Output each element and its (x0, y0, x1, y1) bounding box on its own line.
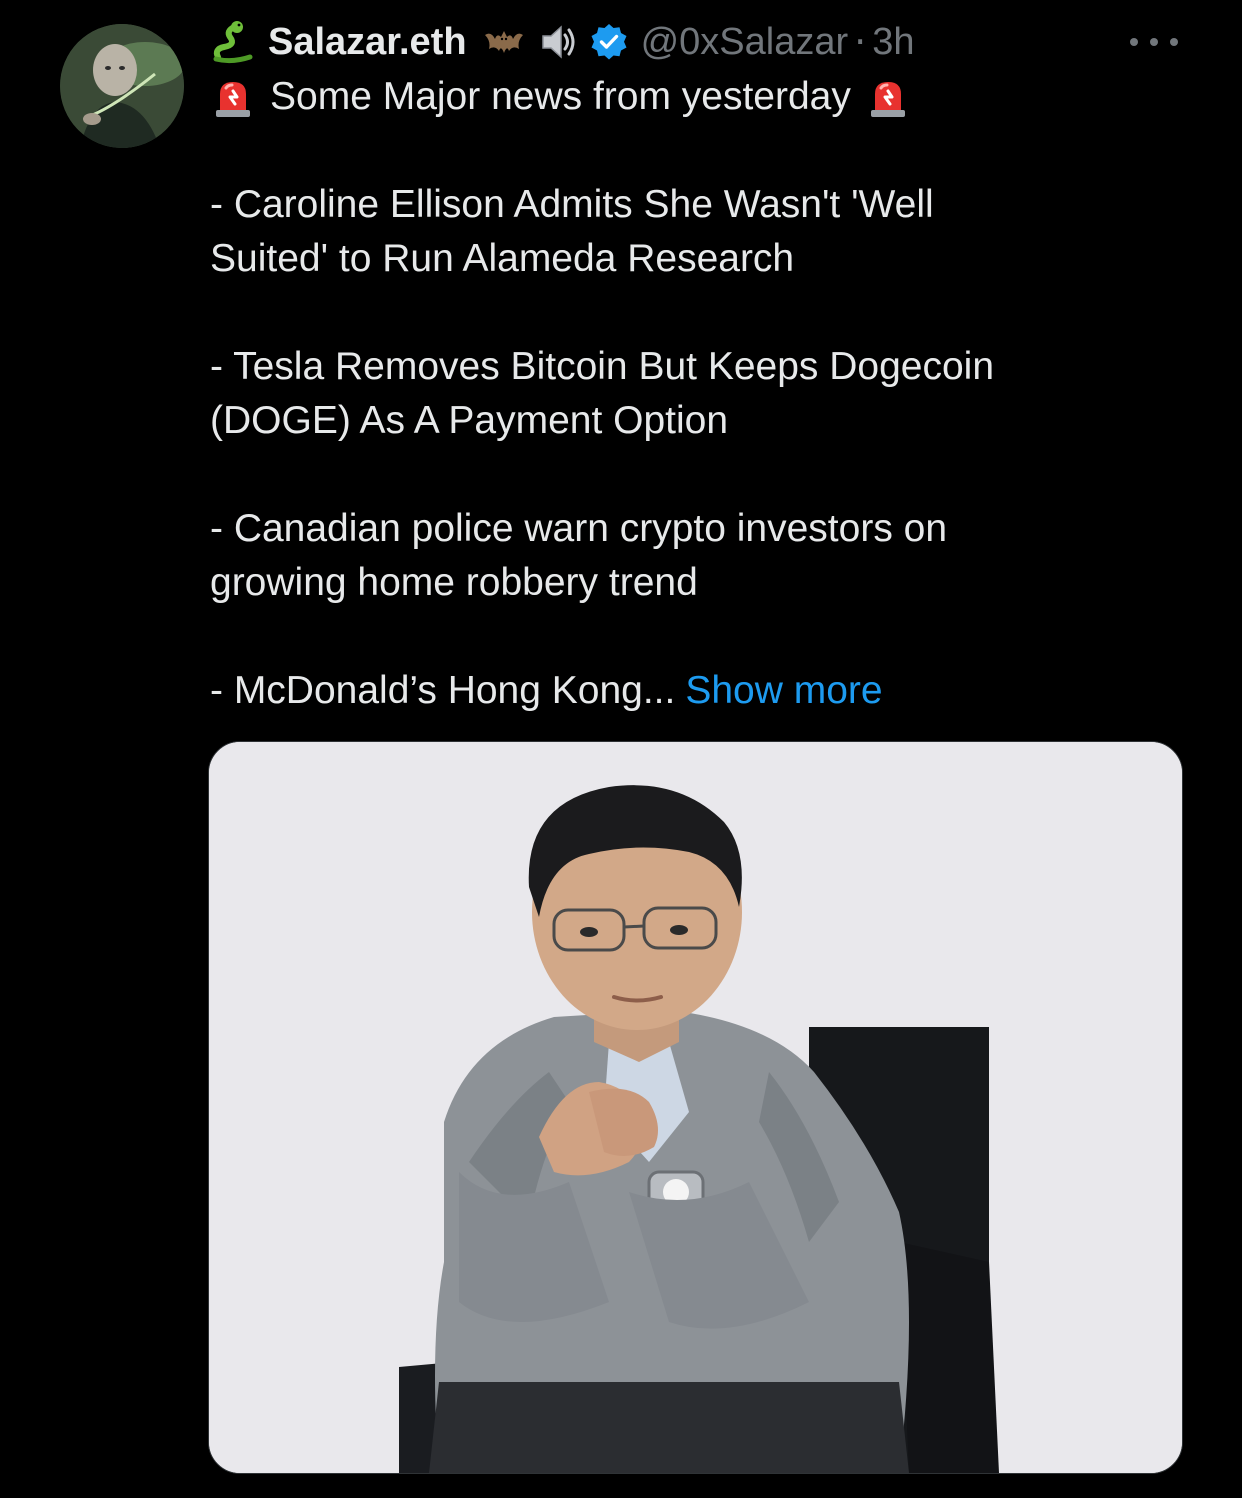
headline-line: Some Major news from yesterday (210, 70, 1170, 124)
tweet-photo[interactable] (208, 741, 1183, 1474)
bat-icon (481, 19, 527, 65)
avatar[interactable] (60, 24, 184, 148)
tweet-header: Salazar.eth @0xSalazar · 3h (210, 14, 915, 70)
news-item-text: growing home robbery trend (210, 561, 698, 604)
news-item-text: (DOGE) As A Payment Option (210, 399, 729, 442)
verified-badge-icon[interactable] (589, 22, 629, 62)
tweet-text: Some Major news from yesterday - Carolin… (210, 70, 1170, 718)
news-item-text: Suited' to Run Alameda Research (210, 237, 795, 280)
speaker-icon (535, 19, 581, 65)
news-item-text: - Canadian police warn crypto investors … (210, 507, 948, 550)
author-handle[interactable]: @0xSalazar (641, 21, 849, 64)
more-options-icon[interactable] (1130, 30, 1178, 54)
separator-dot: · (854, 20, 867, 64)
news-item-line: - McDonald’s Hong Kong... Show more (210, 664, 1170, 718)
rotating-light-icon (210, 74, 256, 120)
display-name[interactable]: Salazar.eth (268, 21, 467, 64)
rotating-light-icon (865, 74, 911, 120)
news-item-text: - Caroline Ellison Admits She Wasn't 'We… (210, 183, 934, 226)
timestamp[interactable]: 3h (872, 21, 914, 64)
news-item-text: - McDonald’s Hong Kong... (210, 669, 676, 712)
headline-text: Some Major news from yesterday (270, 75, 851, 118)
news-item-text: - Tesla Removes Bitcoin But Keeps Dogeco… (210, 345, 995, 388)
snake-icon (210, 19, 256, 65)
show-more-link[interactable]: Show more (685, 669, 882, 712)
tweet[interactable]: Salazar.eth @0xSalazar · 3h Some Major n… (0, 0, 1242, 1498)
